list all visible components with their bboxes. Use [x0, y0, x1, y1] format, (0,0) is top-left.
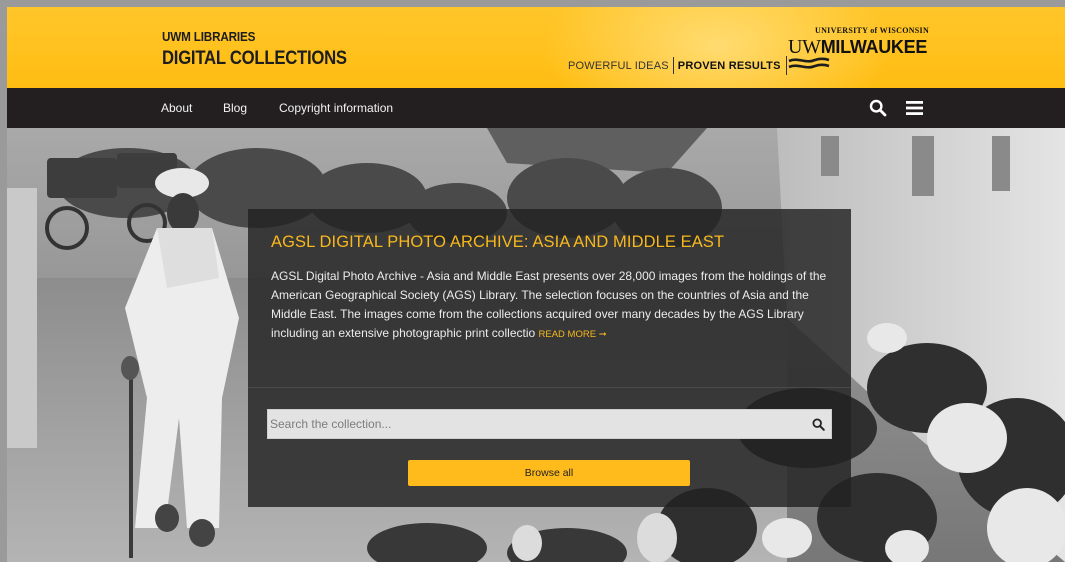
main-nav: About Blog Copyright information [7, 88, 1065, 128]
collection-panel: AGSL DIGITAL PHOTO ARCHIVE: ASIA AND MID… [248, 209, 851, 507]
read-more-link[interactable]: READ MORE ➞ [539, 329, 607, 340]
site-brand[interactable]: UWM LIBRARIES DIGITAL COLLECTIONS [162, 29, 372, 70]
hero-image: AGSL DIGITAL PHOTO ARCHIVE: ASIA AND MID… [7, 128, 1065, 562]
collection-title: AGSL DIGITAL PHOTO ARCHIVE: ASIA AND MID… [271, 233, 725, 251]
nav-link-about[interactable]: About [161, 101, 192, 115]
search-icon[interactable] [869, 99, 887, 122]
site-header: UWM LIBRARIES DIGITAL COLLECTIONS POWERF… [7, 7, 1065, 88]
browse-all-button[interactable]: Browse all [408, 460, 690, 486]
search-input[interactable] [268, 410, 800, 438]
collection-description: AGSL Digital Photo Archive - Asia and Mi… [271, 267, 836, 344]
logo-uw-text: UW [788, 36, 821, 58]
page: UWM LIBRARIES DIGITAL COLLECTIONS POWERF… [7, 7, 1065, 562]
uwm-logo[interactable]: UNIVERSITY of WISCONSIN UWMILWAUKEE [788, 26, 930, 76]
tagline-end-divider [785, 56, 787, 75]
brand-title: DIGITAL COLLECTIONS [162, 48, 347, 69]
nav-link-blog[interactable]: Blog [223, 101, 247, 115]
collection-search [267, 409, 832, 439]
nav-link-copyright[interactable]: Copyright information [279, 101, 393, 115]
logo-milwaukee-text: MILWAUKEE [820, 37, 928, 57]
tagline: POWERFUL IDEAS PROVEN RESULTS [568, 56, 787, 75]
logo-university-text: UNIVERSITY of WISCONSIN [815, 26, 930, 35]
brand-libraries-label: UWM LIBRARIES [162, 29, 256, 44]
panel-divider [248, 387, 851, 388]
tagline-right: PROVEN RESULTS [677, 59, 781, 72]
search-submit-icon[interactable] [812, 418, 825, 436]
tagline-divider [672, 57, 674, 74]
tagline-left: POWERFUL IDEAS [568, 59, 669, 72]
logo-wordmark: UWMILWAUKEE [788, 36, 927, 59]
menu-icon[interactable] [906, 100, 923, 121]
logo-waves-icon [788, 57, 830, 69]
